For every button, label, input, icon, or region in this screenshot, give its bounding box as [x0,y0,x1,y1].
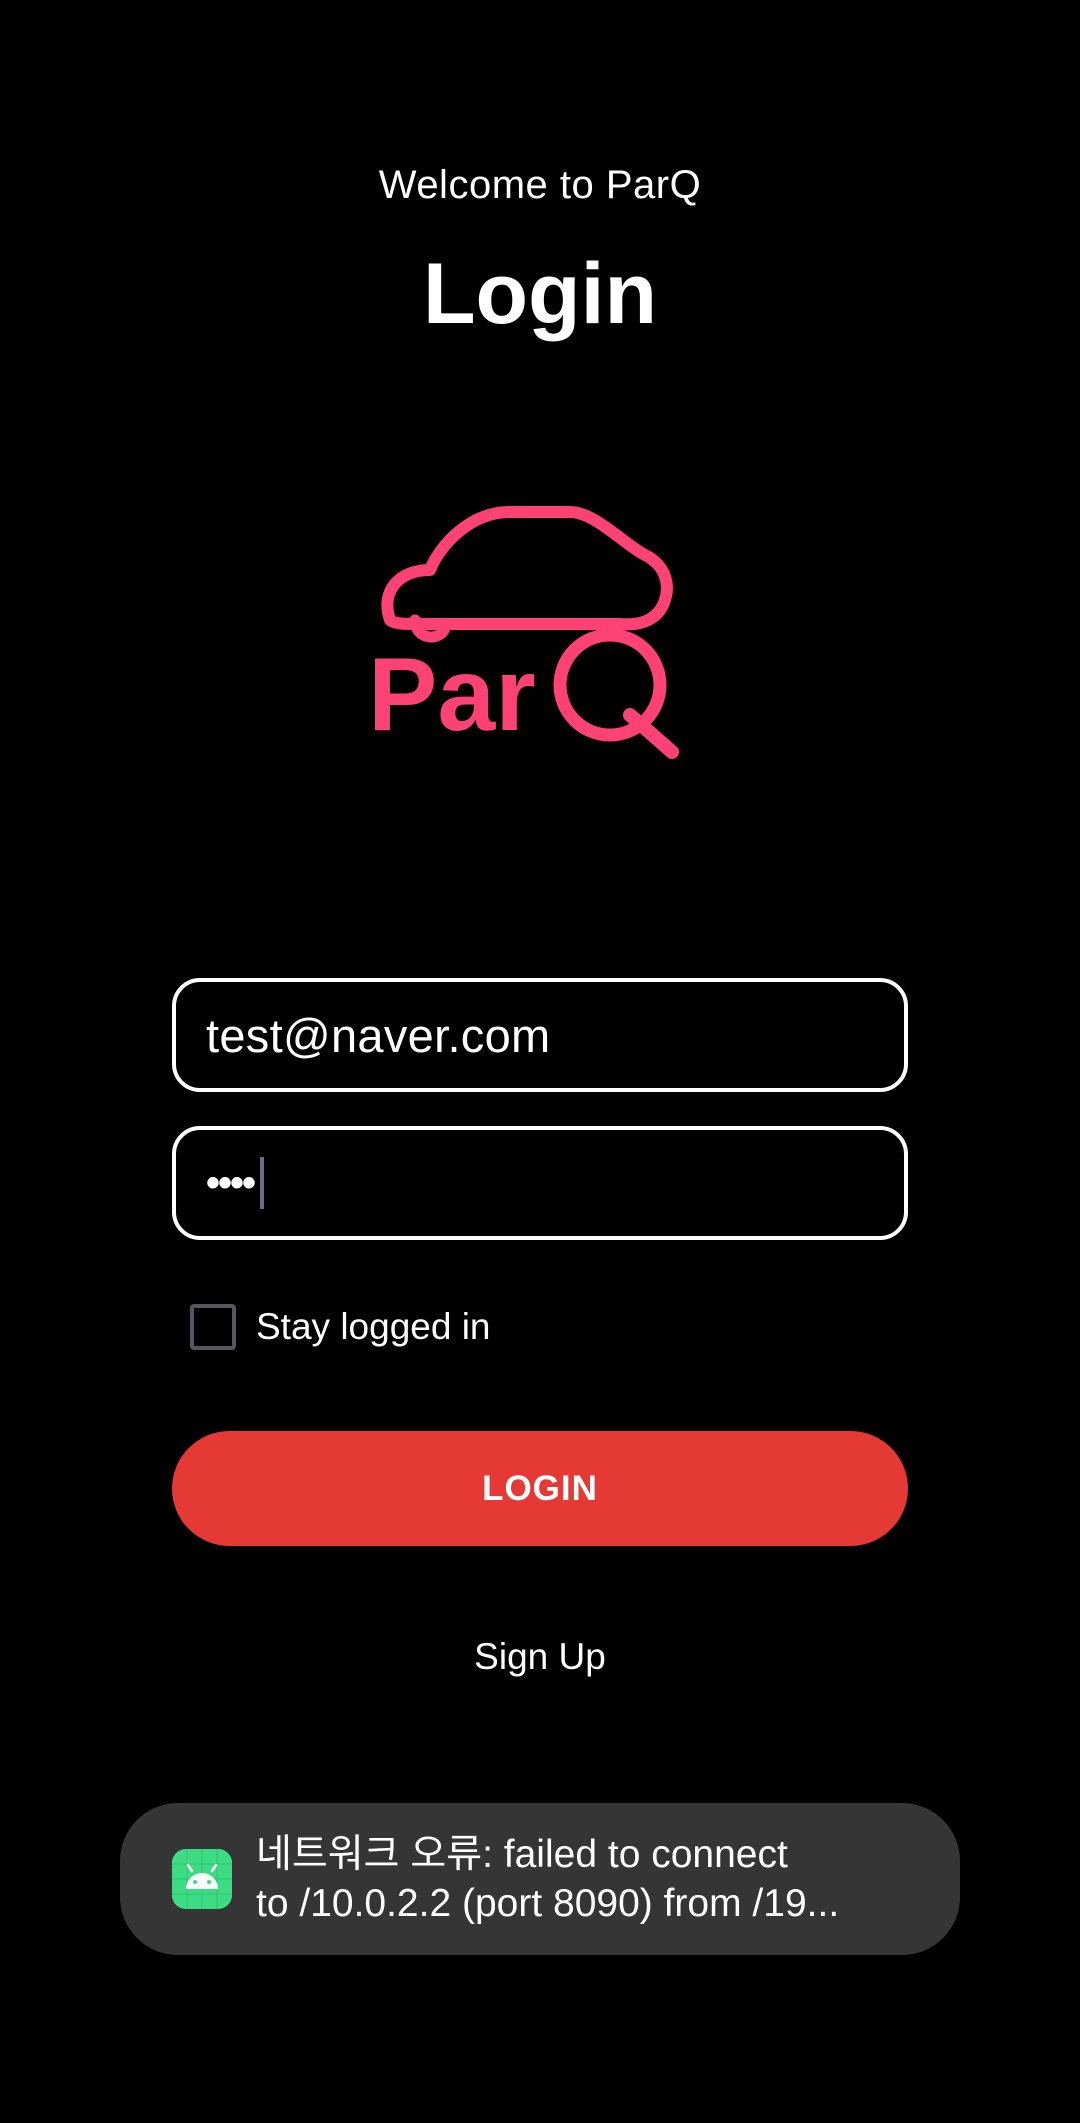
welcome-text: Welcome to ParQ [378,163,702,207]
toast-line-2: to /10.0.2.2 (port 8090) from /19... [256,1882,840,1925]
logo-text: Par [368,637,536,753]
password-field[interactable]: •••• [172,1126,908,1240]
signup-link[interactable]: Sign Up [0,1636,1080,1678]
error-toast: 네트워크 오류: failed to connect to /10.0.2.2 … [120,1803,960,1955]
text-cursor [260,1157,265,1209]
stay-logged-in-row[interactable]: Stay logged in [190,1302,491,1352]
login-button[interactable]: LOGIN [172,1431,908,1546]
page-title: Login [422,246,658,342]
car-outline [381,506,673,631]
toast-message: 네트워크 오류: failed to connect to /10.0.2.2 … [256,1830,916,1928]
stay-logged-in-checkbox[interactable] [190,1304,236,1350]
parq-logo: Par [368,506,679,759]
email-field[interactable]: test@naver.com [172,978,908,1092]
toast-line-1: 네트워크 오류: failed to connect [256,1833,788,1876]
email-value: test@naver.com [206,1008,551,1062]
android-icon [172,1849,232,1909]
stay-logged-in-label: Stay logged in [256,1306,491,1347]
password-value: •••• [206,1160,256,1205]
